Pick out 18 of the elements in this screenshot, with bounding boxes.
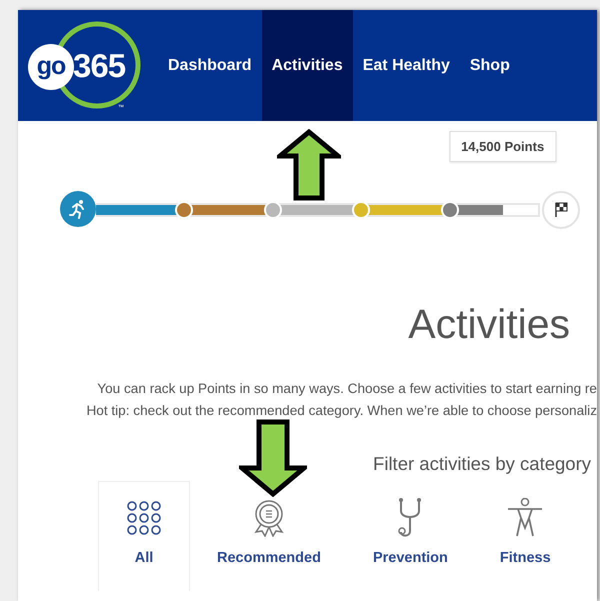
nav-tab[interactable]: Shop: [460, 10, 520, 121]
award-ribbon-icon: [252, 499, 285, 537]
grid-icon: [127, 501, 161, 535]
checkered-flag-icon: [554, 202, 568, 218]
down-arrow-icon: [239, 419, 307, 497]
intro-text: Hot tip: check out the recommended category. When we’re able to choose personaliz: [86, 402, 597, 420]
up-arrow-icon: [277, 129, 341, 201]
page-heading: Activities: [407, 301, 570, 348]
category-tab[interactable]: All: [98, 481, 190, 591]
logo-number: 365: [73, 46, 126, 86]
logo-badge: go: [28, 44, 74, 90]
nav-tab[interactable]: Activities: [262, 10, 353, 121]
points-tooltip: 14,500 Points: [449, 131, 556, 162]
person-icon: [507, 498, 544, 538]
nav-tab[interactable]: Dashboard: [158, 10, 262, 121]
filter-heading: Filter activities by category: [372, 453, 591, 475]
intro-text: You can rack up Points in so many ways. Choose a few activities to start earning re: [97, 380, 597, 398]
nav-tab[interactable]: Eat Healthy: [352, 10, 460, 121]
